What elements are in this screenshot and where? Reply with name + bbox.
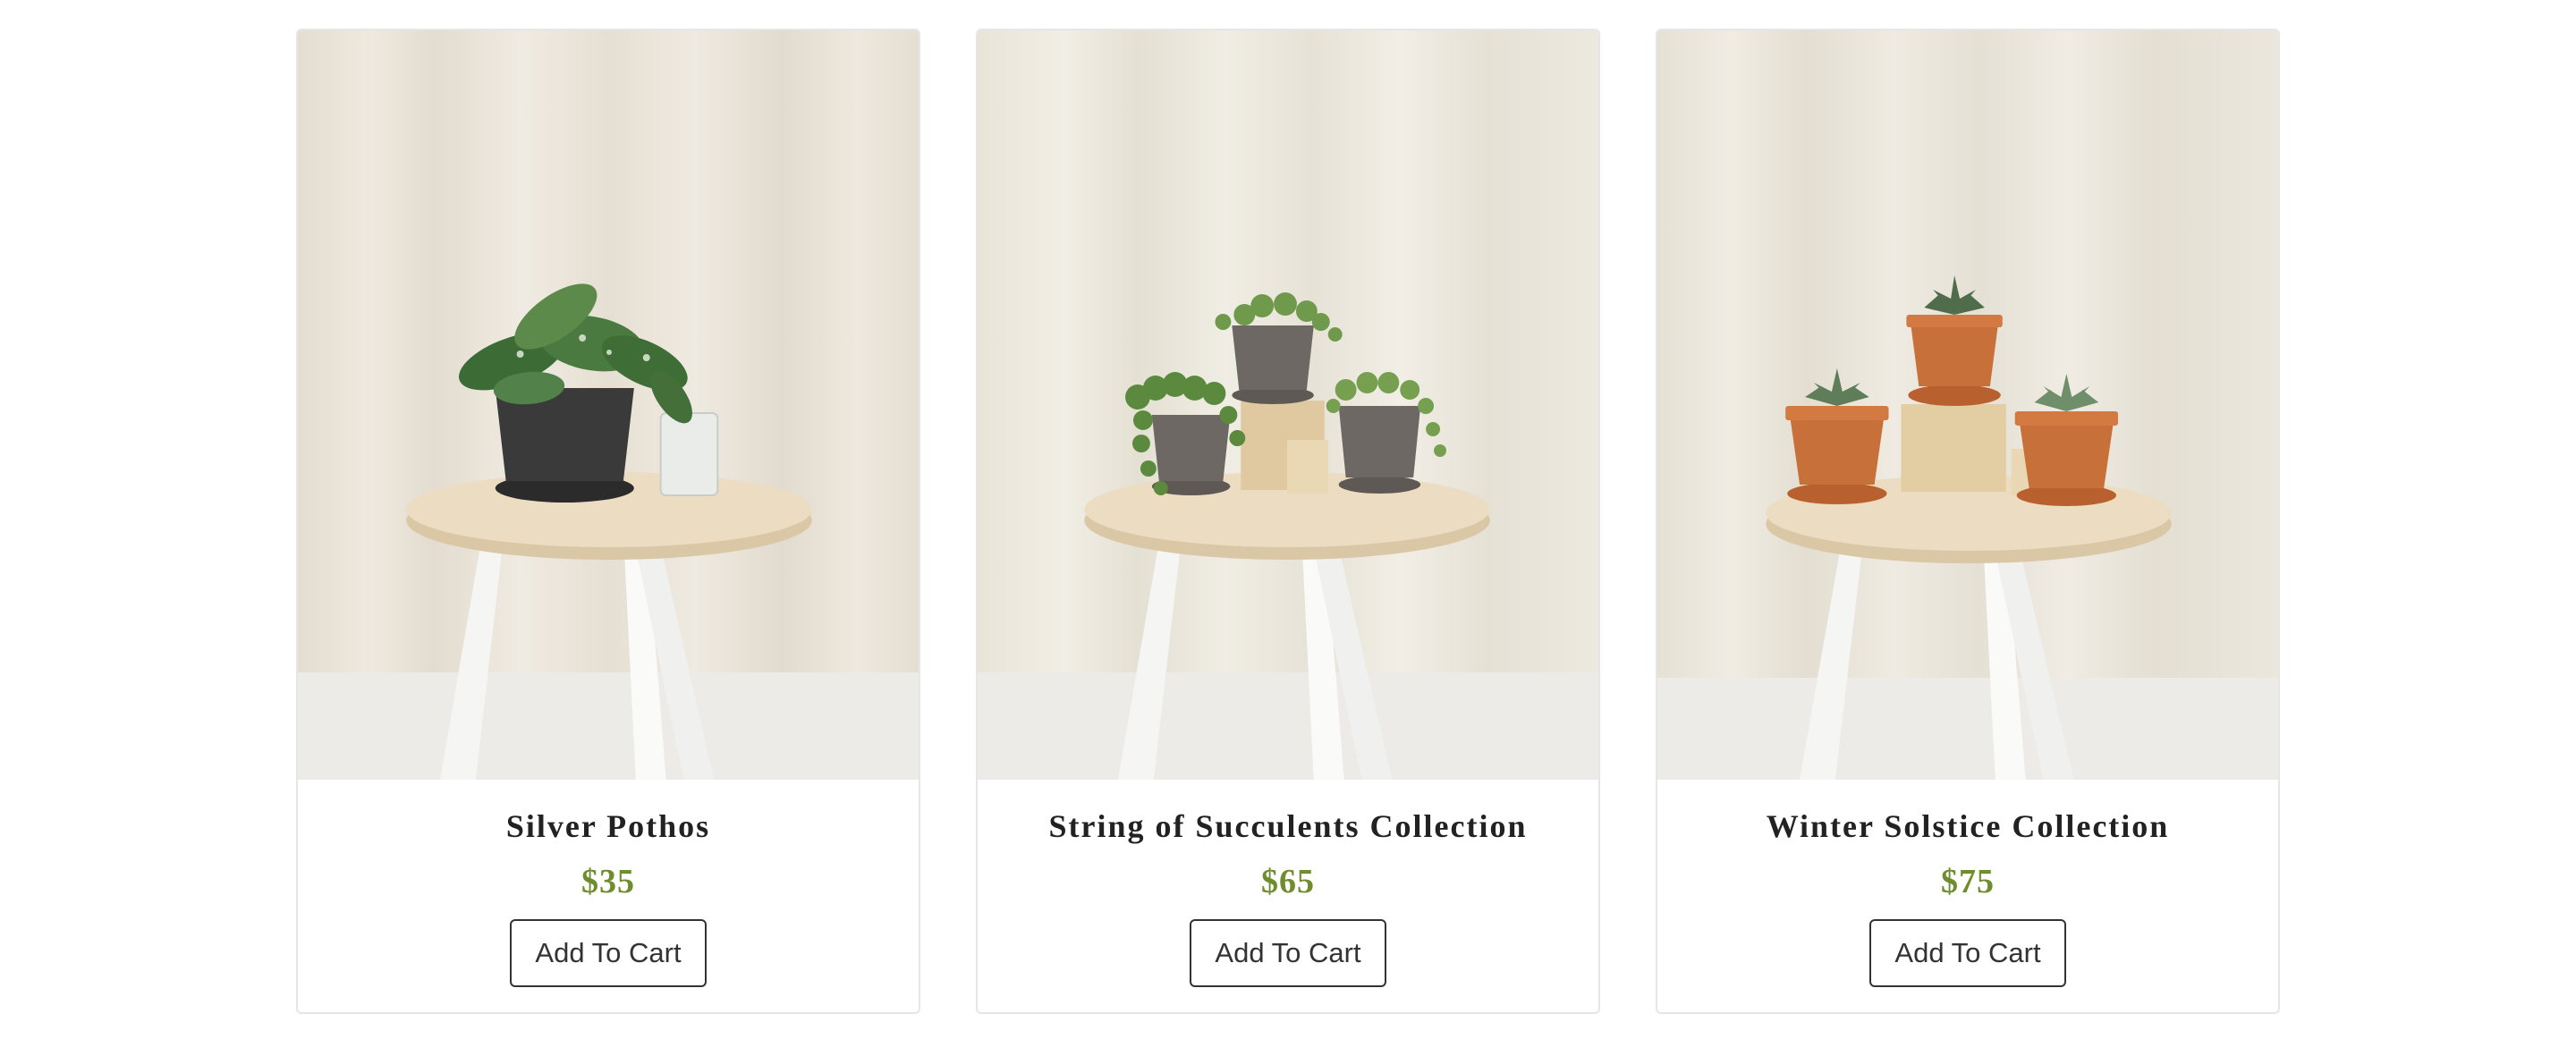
product-image[interactable] xyxy=(978,30,1598,780)
product-image[interactable] xyxy=(298,30,919,780)
product-image[interactable] xyxy=(1657,30,2278,780)
product-price: $35 xyxy=(581,863,635,900)
product-price: $75 xyxy=(1941,863,1995,900)
product-card: Winter Solstice Collection $75 Add To Ca… xyxy=(1656,29,2280,1014)
add-to-cart-button[interactable]: Add To Cart xyxy=(1869,919,2066,987)
product-title[interactable]: Winter Solstice Collection xyxy=(1767,807,2170,846)
product-card: Silver Pothos $35 Add To Cart xyxy=(296,29,920,1014)
product-title[interactable]: Silver Pothos xyxy=(506,807,710,846)
product-price: $65 xyxy=(1261,863,1315,900)
add-to-cart-button[interactable]: Add To Cart xyxy=(1190,919,1386,987)
add-to-cart-button[interactable]: Add To Cart xyxy=(510,919,707,987)
product-card: String of Succulents Collection $65 Add … xyxy=(976,29,1600,1014)
product-title[interactable]: String of Succulents Collection xyxy=(1049,807,1528,846)
product-grid: Silver Pothos $35 Add To Cart String of … xyxy=(296,29,2280,1014)
